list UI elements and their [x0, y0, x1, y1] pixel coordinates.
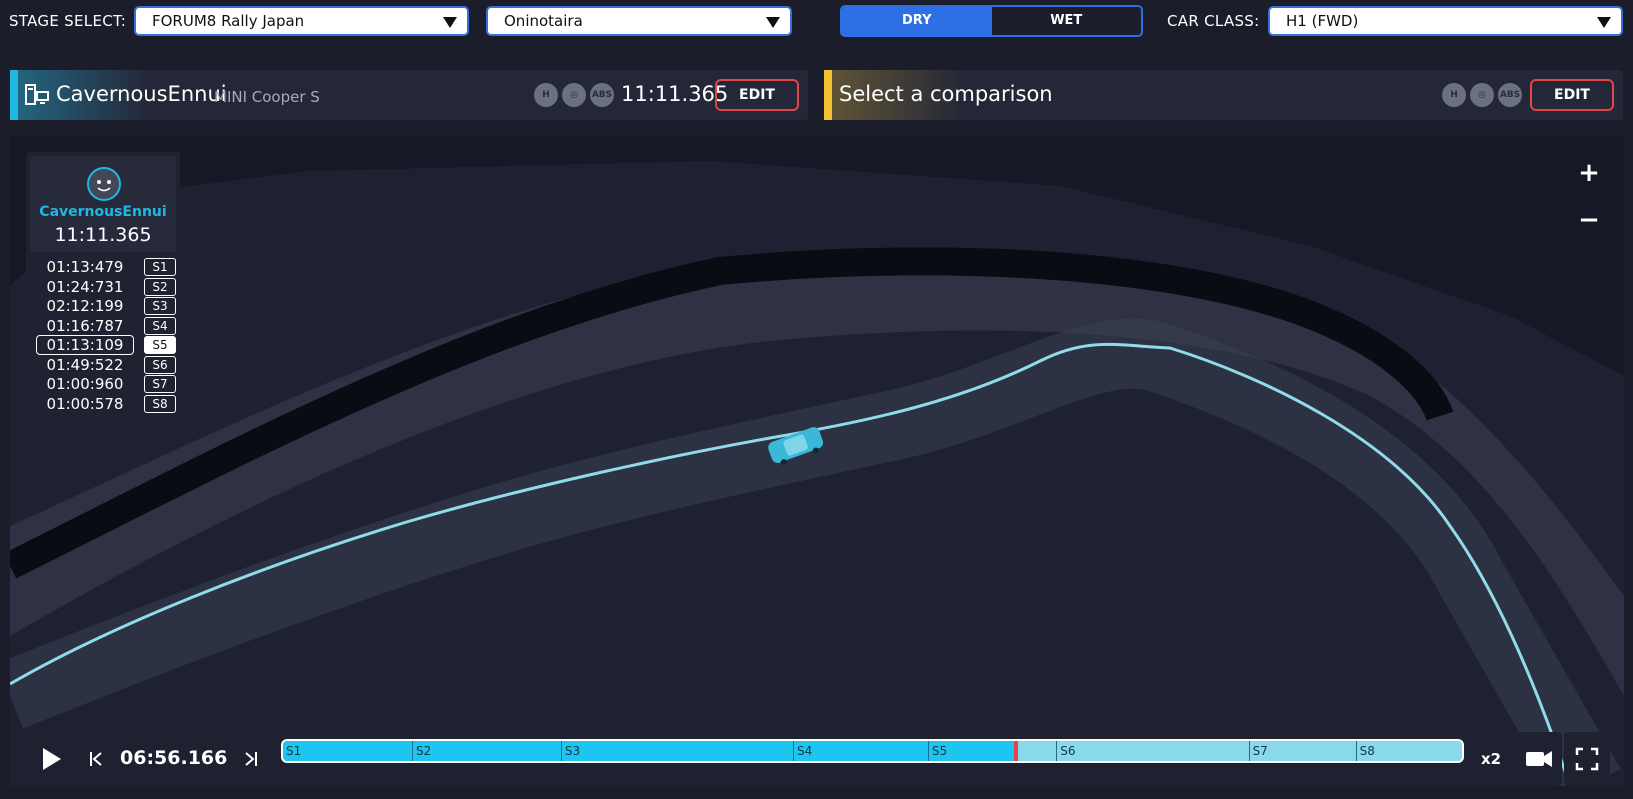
comparison-placeholder[interactable]: Select a comparison — [839, 82, 1053, 106]
fullscreen-button[interactable] — [1564, 732, 1610, 786]
split-row[interactable]: 01:00:578 S8 — [36, 394, 176, 413]
player-edit-button[interactable]: EDIT — [715, 79, 799, 111]
comparison-panel: Select a comparison H ◎ ABS EDIT — [824, 70, 1623, 120]
stage-map-view[interactable] — [10, 136, 1624, 786]
split-row[interactable]: 01:00:960 S7 — [36, 375, 176, 393]
transmission-assist-icon: H — [534, 83, 558, 107]
speed-button[interactable]: x2 — [1468, 732, 1514, 786]
timeline-sector[interactable]: S2 — [412, 741, 561, 761]
stage-select-value: Oninotaira — [504, 12, 583, 30]
video-camera-icon — [1526, 751, 1552, 767]
dry-button[interactable]: DRY — [842, 7, 992, 35]
car-class-label: CAR CLASS: — [1167, 12, 1260, 30]
split-sector: S8 — [144, 394, 176, 413]
split-time: 01:13:109 — [36, 335, 134, 355]
play-icon — [43, 748, 61, 770]
timeline-sector[interactable]: S1 — [283, 741, 411, 761]
split-sector: S7 — [144, 375, 176, 393]
split-sector: S5 — [144, 336, 176, 354]
stage-select-label: STAGE SELECT: — [9, 12, 127, 30]
fullscreen-icon — [1575, 747, 1599, 771]
split-sector: S1 — [144, 258, 176, 276]
timeline-playhead[interactable] — [1013, 741, 1018, 761]
split-time: 01:24:731 — [46, 277, 124, 296]
timeline-sector[interactable]: S6 — [1056, 741, 1248, 761]
car-icon — [768, 427, 824, 466]
split-row[interactable]: 01:13:109 S5 — [36, 335, 176, 355]
driver-total-time: 11:11.365 — [54, 224, 152, 246]
wet-button[interactable]: WET — [991, 7, 1141, 35]
timeline-sector[interactable]: S3 — [560, 741, 793, 761]
split-time: 01:16:787 — [46, 316, 124, 335]
playback-time: 06:56.166 — [120, 747, 228, 769]
driver-header: CavernousEnnui 11:11.365 — [30, 156, 176, 252]
split-time: 01:00:578 — [46, 394, 124, 413]
zoom-out-button[interactable]: − — [1574, 205, 1604, 235]
player-panel: CavernousEnnui MINI Cooper S H ◎ ABS 11:… — [10, 70, 808, 120]
face-icon — [97, 180, 111, 192]
skip-back-icon[interactable] — [88, 751, 104, 767]
split-time: 01:13:479 — [46, 258, 124, 276]
player-time: 11:11.365 — [621, 82, 729, 106]
chevron-down-icon — [766, 17, 780, 28]
split-time: 01:00:960 — [46, 375, 124, 393]
split-sector: S3 — [144, 297, 176, 315]
car-class-value: H1 (FWD) — [1286, 12, 1359, 30]
driver-name: CavernousEnnui — [39, 204, 167, 220]
split-row[interactable]: 01:16:787 S4 — [36, 316, 176, 335]
camera-button[interactable] — [1516, 732, 1562, 786]
split-time: 02:12:199 — [46, 297, 124, 315]
rally-select-value: FORUM8 Rally Japan — [152, 12, 305, 30]
comparison-edit-button[interactable]: EDIT — [1530, 79, 1614, 111]
split-row[interactable]: 01:13:479 S1 — [36, 258, 176, 276]
steering-assist-icon: ◎ — [562, 83, 586, 107]
player-car: MINI Cooper S — [214, 88, 320, 106]
avatar — [87, 167, 121, 201]
split-sector: S6 — [144, 355, 176, 374]
play-button[interactable] — [26, 732, 74, 786]
player-name: CavernousEnnui — [56, 82, 227, 106]
zoom-in-button[interactable]: + — [1574, 158, 1604, 188]
computer-icon — [25, 84, 49, 105]
stage-timeline[interactable]: S1 S2 S3 S4 S5 S6 S7 S8 — [281, 739, 1464, 763]
skip-forward-icon[interactable] — [243, 751, 259, 767]
timeline-sector[interactable]: S4 — [792, 741, 928, 761]
split-sector: S4 — [144, 316, 176, 335]
transmission-assist-icon: H — [1442, 83, 1466, 107]
top-bar: STAGE SELECT: FORUM8 Rally Japan Oninota… — [0, 0, 1633, 44]
timeline-sector[interactable]: S5 — [927, 741, 1056, 761]
driver-splits-panel: CavernousEnnui 11:11.365 01:13:479 S1 01:2… — [26, 152, 180, 432]
timeline-sector[interactable]: S7 — [1248, 741, 1356, 761]
car-class-select[interactable]: H1 (FWD) — [1268, 6, 1623, 36]
split-sector: S2 — [144, 277, 176, 296]
condition-toggle: DRY WET — [840, 5, 1143, 37]
split-row[interactable]: 02:12:199 S3 — [36, 297, 176, 315]
time-controls: 06:56.166 — [76, 732, 268, 786]
split-row[interactable]: 01:49:522 S6 — [36, 355, 176, 374]
steering-assist-icon: ◎ — [1470, 83, 1494, 107]
rally-select[interactable]: FORUM8 Rally Japan — [134, 6, 469, 36]
abs-icon: ABS — [590, 83, 614, 107]
split-row[interactable]: 01:24:731 S2 — [36, 277, 176, 296]
abs-icon: ABS — [1498, 83, 1522, 107]
split-time: 01:49:522 — [46, 355, 124, 374]
stage-select[interactable]: Oninotaira — [486, 6, 792, 36]
timeline-sector[interactable]: S8 — [1355, 741, 1462, 761]
chevron-down-icon — [443, 17, 457, 28]
chevron-down-icon — [1597, 17, 1611, 28]
